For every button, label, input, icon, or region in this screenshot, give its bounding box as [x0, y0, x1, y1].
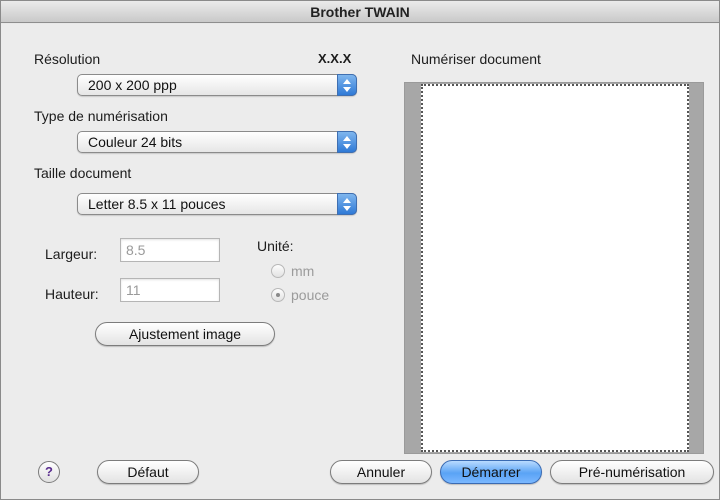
- width-label: Largeur:: [45, 246, 98, 262]
- resolution-label: Résolution: [34, 51, 101, 67]
- default-button[interactable]: Défaut: [97, 460, 199, 484]
- start-button[interactable]: Démarrer: [440, 460, 542, 484]
- adjust-image-button[interactable]: Ajustement image: [95, 322, 275, 346]
- document-size-label: Taille document: [34, 165, 132, 181]
- preview-area[interactable]: [404, 82, 704, 454]
- version-label: X.X.X: [318, 51, 352, 66]
- window-title: Brother TWAIN: [1, 1, 719, 23]
- popup-arrows-icon: [337, 131, 357, 153]
- unit-mm-radio[interactable]: [271, 264, 285, 278]
- cancel-button[interactable]: Annuler: [330, 460, 432, 484]
- popup-arrows-icon: [337, 74, 357, 96]
- scan-type-label: Type de numérisation: [34, 108, 168, 124]
- width-field[interactable]: 8.5: [120, 238, 220, 262]
- document-size-value: Letter 8.5 x 11 pouces: [88, 196, 226, 212]
- popup-arrows-icon: [337, 193, 357, 215]
- height-label: Hauteur:: [45, 286, 99, 302]
- resolution-select[interactable]: 200 x 200 ppp: [77, 74, 357, 96]
- unit-label: Unité:: [257, 238, 294, 254]
- scan-type-value: Couleur 24 bits: [88, 134, 183, 150]
- height-field[interactable]: 11: [120, 278, 220, 302]
- document-size-select[interactable]: Letter 8.5 x 11 pouces: [77, 193, 357, 215]
- scan-type-select[interactable]: Couleur 24 bits: [77, 131, 357, 153]
- unit-inch-radio[interactable]: [271, 288, 285, 302]
- preview-label: Numériser document: [411, 51, 541, 67]
- prescan-button[interactable]: Pré-numérisation: [550, 460, 714, 484]
- brother-twain-window: Brother TWAIN Résolution X.X.X 200 x 200…: [0, 0, 720, 500]
- unit-inch-label: pouce: [291, 287, 330, 303]
- unit-mm-label: mm: [291, 263, 315, 279]
- scan-page-outline: [421, 84, 689, 452]
- dialog-body: Résolution X.X.X 200 x 200 ppp Type de n…: [1, 24, 719, 499]
- resolution-value: 200 x 200 ppp: [88, 77, 177, 93]
- help-icon[interactable]: ?: [38, 461, 60, 483]
